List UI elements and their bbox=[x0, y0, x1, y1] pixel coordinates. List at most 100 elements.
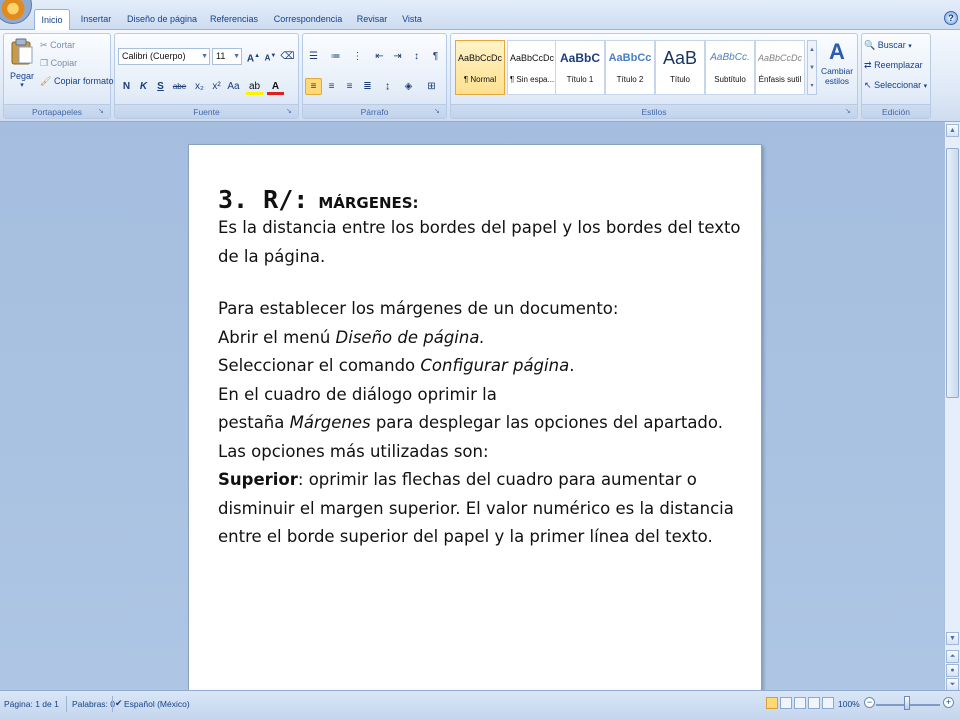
style-heading-1[interactable]: AaBbC Título 1 bbox=[555, 40, 605, 95]
style-normal[interactable]: AaBbCcDc ¶ Normal bbox=[455, 40, 505, 95]
document-page[interactable]: 3. R/: MÁRGENES: Es la distancia entre l… bbox=[188, 144, 762, 704]
subscript-button[interactable]: x₂ bbox=[191, 78, 208, 95]
clear-format-icon[interactable]: ⌫ bbox=[279, 48, 296, 65]
document-area[interactable]: 3. R/: MÁRGENES: Es la distancia entre l… bbox=[0, 122, 944, 704]
align-center-icon[interactable]: ≡ bbox=[323, 78, 340, 95]
draft-icon[interactable] bbox=[822, 697, 834, 709]
web-layout-icon[interactable] bbox=[794, 697, 806, 709]
dialog-launcher-icon[interactable]: ↘ bbox=[98, 107, 107, 116]
dialog-launcher-icon[interactable]: ↘ bbox=[286, 107, 295, 116]
style-name: Título 1 bbox=[566, 75, 594, 84]
scroll-up-icon[interactable]: ▲ bbox=[946, 124, 959, 137]
paragraph-group-label: Párrafo bbox=[303, 104, 446, 118]
editing-group-label: Edición bbox=[862, 104, 930, 118]
dialog-launcher-icon[interactable]: ↘ bbox=[434, 107, 443, 116]
paragraph-intro: Para establecer los márgenes de un docum… bbox=[218, 299, 619, 318]
align-left-icon[interactable]: ≡ bbox=[305, 78, 322, 95]
highlight-icon[interactable]: ab bbox=[246, 78, 263, 95]
cut-button[interactable]: ✂ Cortar bbox=[40, 37, 75, 54]
zoom-in-icon[interactable]: + bbox=[943, 697, 954, 708]
underline-button[interactable]: S bbox=[152, 78, 169, 95]
status-words[interactable]: Palabras: 0 bbox=[72, 699, 115, 709]
title-bar: Inicio Insertar Diseño de página Referen… bbox=[0, 0, 960, 30]
borders-icon[interactable]: ⊞ bbox=[423, 78, 440, 95]
copy-button[interactable]: ❐ Copiar bbox=[40, 55, 77, 72]
full-screen-reading-icon[interactable] bbox=[780, 697, 792, 709]
font-color-icon[interactable]: A bbox=[267, 78, 284, 95]
style-heading-2[interactable]: AaBbCc Título 2 bbox=[605, 40, 655, 95]
bold-button[interactable]: N bbox=[118, 78, 135, 95]
style-name: Título 2 bbox=[616, 75, 644, 84]
tab-insertar[interactable]: Insertar bbox=[76, 9, 116, 30]
style-sample: AaBbCcDc bbox=[757, 53, 802, 63]
grow-font-icon[interactable]: A▲ bbox=[245, 48, 262, 65]
select-button[interactable]: ↖ Seleccionar ▾ bbox=[864, 77, 927, 94]
select-label: Seleccionar bbox=[874, 80, 922, 90]
text-run: para desplegar las opciones del apartado… bbox=[370, 413, 723, 432]
shading-icon[interactable]: ◈ bbox=[400, 78, 417, 95]
ribbon: Pegar ▾ ✂ Cortar ❐ Copiar 🖌 Copiar forma… bbox=[0, 30, 960, 122]
numbering-icon[interactable]: ≔ bbox=[327, 48, 344, 65]
vertical-scrollbar[interactable]: ▲ ▼ ⏶ ● ⏷ bbox=[944, 122, 960, 691]
print-layout-icon[interactable] bbox=[766, 697, 778, 709]
zoom-level[interactable]: 100% bbox=[838, 699, 860, 709]
style-subtle-emphasis[interactable]: AaBbCcDc Énfasis sutil bbox=[755, 40, 805, 95]
multilevel-list-icon[interactable]: ⋮ bbox=[349, 48, 366, 65]
change-styles-button[interactable]: A Cambiar estilos bbox=[819, 38, 855, 102]
chevron-down-icon: ▼ bbox=[233, 53, 240, 60]
paste-button[interactable]: Pegar ▾ bbox=[8, 38, 36, 98]
pilcrow-icon[interactable]: ¶ bbox=[427, 48, 444, 65]
browse-object-icon[interactable]: ● bbox=[946, 664, 959, 677]
line-spacing-icon[interactable]: ↨ bbox=[379, 78, 396, 95]
change-case-button[interactable]: Aa bbox=[225, 78, 242, 95]
italic-button[interactable]: K bbox=[135, 78, 152, 95]
tab-revisar[interactable]: Revisar bbox=[352, 9, 392, 30]
help-icon[interactable]: ? bbox=[944, 11, 958, 25]
sort-icon[interactable]: ↕ bbox=[408, 48, 425, 65]
superscript-button[interactable]: x² bbox=[208, 78, 225, 95]
increase-indent-icon[interactable]: ⇥ bbox=[389, 48, 406, 65]
tab-vista[interactable]: Vista bbox=[398, 9, 426, 30]
change-styles-label: Cambiar estilos bbox=[820, 66, 854, 86]
clipboard-group-label: Portapapeles bbox=[4, 104, 110, 118]
zoom-slider-thumb[interactable] bbox=[904, 696, 910, 710]
select-arrow-icon: ↖ bbox=[864, 80, 872, 90]
strikethrough-button[interactable]: abe bbox=[171, 78, 188, 95]
tab-inicio[interactable]: Inicio bbox=[34, 9, 70, 30]
replace-button[interactable]: ⇄ Reemplazar bbox=[864, 57, 923, 74]
font-name-combo[interactable]: Calibri (Cuerpo) ▼ bbox=[118, 48, 210, 65]
status-language[interactable]: Español (México) bbox=[124, 699, 190, 709]
tab-correspondencia[interactable]: Correspondencia bbox=[270, 9, 346, 30]
group-paragraph: ☰ ≔ ⋮ ⇤ ⇥ ↕ ¶ ≡ ≡ ≡ ≣ ↨ ◈ ⊞ Párrafo ↘ bbox=[302, 33, 447, 119]
style-subtitle[interactable]: AaBbCc. Subtítulo bbox=[705, 40, 755, 95]
align-right-icon[interactable]: ≡ bbox=[341, 78, 358, 95]
decrease-indent-icon[interactable]: ⇤ bbox=[371, 48, 388, 65]
tab-referencias[interactable]: Referencias bbox=[206, 9, 262, 30]
zoom-out-icon[interactable]: − bbox=[864, 697, 875, 708]
status-bar: Página: 1 de 1 Palabras: 0 ✔ Español (Mé… bbox=[0, 690, 960, 720]
document-body[interactable]: 3. R/: MÁRGENES: Es la distancia entre l… bbox=[218, 185, 748, 552]
shrink-font-icon[interactable]: A▼ bbox=[262, 48, 279, 65]
scissors-icon: ✂ bbox=[40, 40, 48, 50]
office-button[interactable] bbox=[0, 0, 32, 24]
format-painter-button[interactable]: 🖌 Copiar formato bbox=[40, 73, 113, 90]
group-styles: AaBbCcDc ¶ Normal AaBbCcDc ¶ Sin espa...… bbox=[450, 33, 858, 119]
scroll-down-icon[interactable]: ▼ bbox=[946, 632, 959, 645]
style-no-spacing[interactable]: AaBbCcDc ¶ Sin espa... bbox=[507, 40, 557, 95]
font-size-value: 11 bbox=[216, 51, 226, 61]
font-size-combo[interactable]: 11 ▼ bbox=[212, 48, 242, 65]
styles-scroll[interactable]: ▲ ▼ ▾ bbox=[807, 40, 817, 95]
find-button[interactable]: 🔍 Buscar ▾ bbox=[864, 37, 912, 54]
chevron-down-icon: ▾ bbox=[20, 82, 24, 89]
text-run: Abrir el menú bbox=[218, 327, 336, 347]
scrollbar-thumb[interactable] bbox=[946, 148, 959, 398]
justify-icon[interactable]: ≣ bbox=[359, 78, 376, 95]
spellcheck-icon[interactable]: ✔ bbox=[115, 698, 123, 710]
outline-icon[interactable] bbox=[808, 697, 820, 709]
bullets-icon[interactable]: ☰ bbox=[305, 48, 322, 65]
tab-diseno-pagina[interactable]: Diseño de página bbox=[122, 9, 202, 30]
dialog-launcher-icon[interactable]: ↘ bbox=[845, 107, 854, 116]
status-page[interactable]: Página: 1 de 1 bbox=[4, 699, 59, 709]
style-title[interactable]: AaB Título bbox=[655, 40, 705, 95]
prev-page-icon[interactable]: ⏶ bbox=[946, 650, 959, 663]
